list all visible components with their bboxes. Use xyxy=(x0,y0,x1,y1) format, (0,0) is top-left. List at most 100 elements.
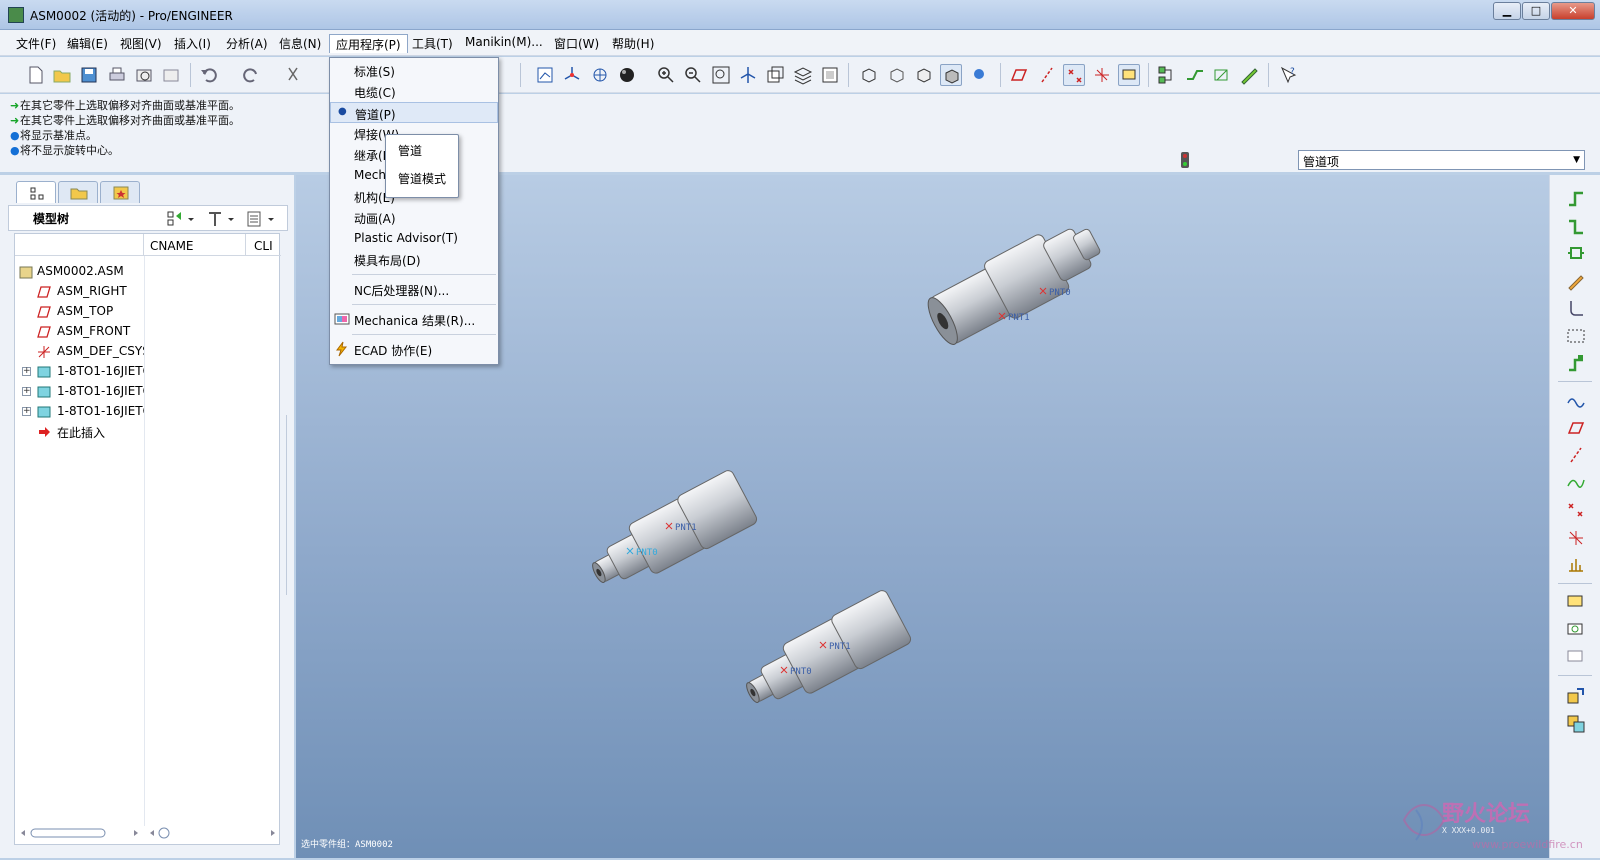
print-icon[interactable] xyxy=(106,64,128,86)
tab-favorites[interactable] xyxy=(100,181,140,203)
pencil-icon[interactable] xyxy=(1238,64,1260,86)
tab-model-tree[interactable] xyxy=(16,181,56,203)
fitting-part-3[interactable] xyxy=(735,589,912,721)
csys-tool-icon[interactable] xyxy=(1565,527,1587,549)
menu-item-nc-post-processor[interactable]: NC后处理器(N)... xyxy=(330,279,498,300)
tree-item-assembly[interactable]: ASM0002.ASM xyxy=(15,262,144,282)
reorient-icon[interactable] xyxy=(737,64,759,86)
show-settings-icon[interactable] xyxy=(166,209,196,229)
menu-item-cabling[interactable]: 电缆(C) xyxy=(330,81,498,102)
view-manager-icon[interactable] xyxy=(819,64,841,86)
tree-tools-icon[interactable] xyxy=(205,209,237,229)
tree-hscrollbar[interactable] xyxy=(17,826,142,840)
enhanced-realism-icon[interactable] xyxy=(968,64,990,86)
send-link-icon[interactable] xyxy=(160,64,182,86)
wireframe-icon[interactable] xyxy=(858,64,880,86)
zoom-out-icon[interactable] xyxy=(682,64,704,86)
fitting-part-2[interactable] xyxy=(581,469,758,601)
menu-item-ecad-collaboration[interactable]: ECAD 协作(E) xyxy=(330,339,498,360)
tree-item-asm-def-csys[interactable]: ASM_DEF_CSYS xyxy=(15,342,144,362)
menu-analysis[interactable]: 分析(A) xyxy=(220,34,274,53)
menu-item-plastic-advisor[interactable]: Plastic Advisor(T) xyxy=(330,228,498,249)
pipe-route-icon[interactable] xyxy=(1565,187,1587,209)
datum-plane-tool-icon[interactable] xyxy=(1565,417,1587,439)
column-hscrollbar[interactable] xyxy=(146,826,279,840)
expand-icon[interactable]: + xyxy=(22,387,31,396)
cut-icon[interactable] xyxy=(282,64,304,86)
new-file-icon[interactable] xyxy=(24,64,46,86)
annotation-display-icon[interactable] xyxy=(1118,64,1140,86)
minimize-button[interactable]: ▁ xyxy=(1493,2,1521,20)
shading-icon[interactable] xyxy=(940,64,962,86)
maximize-button[interactable]: □ xyxy=(1522,2,1550,20)
redo-icon[interactable] xyxy=(240,64,262,86)
pipe-extend-icon[interactable] xyxy=(1565,352,1587,374)
tab-folder-browser[interactable] xyxy=(58,181,98,203)
tree-item-part[interactable]: + 1-8TO1-16JIETOU xyxy=(15,382,144,402)
menu-item-animation[interactable]: 动画(A) xyxy=(330,207,498,228)
open-folder-icon[interactable] xyxy=(51,64,73,86)
pipe-select-icon[interactable] xyxy=(1565,325,1587,347)
tree-columns-icon[interactable] xyxy=(245,209,277,229)
traffic-light-icon[interactable] xyxy=(1178,150,1192,170)
menu-item-mold-layout[interactable]: 模具布局(D) xyxy=(330,249,498,270)
insert-note-icon[interactable] xyxy=(1565,591,1587,613)
datum-point-display-icon[interactable] xyxy=(1063,64,1085,86)
component-create-icon[interactable] xyxy=(1565,713,1587,735)
sketched-datum-curve-icon[interactable] xyxy=(1565,389,1587,411)
undo-icon[interactable] xyxy=(198,64,220,86)
menu-help[interactable]: 帮助(H) xyxy=(606,34,660,53)
menu-file[interactable]: 文件(F) xyxy=(10,34,62,53)
datum-curve-tool-icon[interactable] xyxy=(1565,472,1587,494)
fitting-part-1[interactable] xyxy=(920,212,1110,353)
tree-item-asm-front[interactable]: ASM_FRONT xyxy=(15,322,144,342)
tree-item-asm-top[interactable]: ASM_TOP xyxy=(15,302,144,322)
menu-info[interactable]: 信息(N) xyxy=(273,34,327,53)
tree-item-part[interactable]: + 1-8TO1-16JIETOU xyxy=(15,402,144,422)
tree-item-part[interactable]: + 1-8TO1-16JIETOU xyxy=(15,362,144,382)
expand-icon[interactable]: + xyxy=(22,367,31,376)
layers-icon[interactable] xyxy=(792,64,814,86)
note-settings-icon[interactable] xyxy=(1565,619,1587,641)
panel-splitter[interactable] xyxy=(286,415,292,595)
zoom-in-icon[interactable] xyxy=(655,64,677,86)
menu-window[interactable]: 窗口(W) xyxy=(548,34,605,53)
orient-mode-icon[interactable] xyxy=(589,64,611,86)
save-icon[interactable] xyxy=(78,64,100,86)
menu-item-standard[interactable]: 标准(S) xyxy=(330,60,498,81)
pipe-fitting-icon[interactable] xyxy=(1565,242,1587,264)
refit-icon[interactable] xyxy=(710,64,732,86)
column-cname[interactable]: CNAME xyxy=(144,234,246,256)
menu-applications[interactable]: 应用程序(P) xyxy=(329,34,408,53)
sketch-pipe-icon[interactable] xyxy=(1211,64,1233,86)
tree-item-asm-right[interactable]: ASM_RIGHT xyxy=(15,282,144,302)
saved-views-icon[interactable] xyxy=(764,64,786,86)
close-button[interactable]: ✕ xyxy=(1551,2,1595,20)
menu-item-mechanica-results[interactable]: Mechanica 结果(R)... xyxy=(330,309,498,330)
datum-axis-display-icon[interactable] xyxy=(1036,64,1058,86)
redraw-icon[interactable] xyxy=(534,64,556,86)
note-list-icon[interactable] xyxy=(1565,646,1587,668)
spin-center-icon[interactable] xyxy=(561,64,583,86)
datum-axis-tool-icon[interactable] xyxy=(1565,444,1587,466)
menu-insert[interactable]: 插入(I) xyxy=(168,34,217,53)
menu-tools[interactable]: 工具(T) xyxy=(406,34,459,53)
submenu-item-piping-mode[interactable]: 管道模式 xyxy=(398,170,446,187)
selection-filter-dropdown[interactable]: 管道项 ▼ xyxy=(1298,150,1585,170)
csys-display-icon[interactable] xyxy=(1091,64,1113,86)
menu-manikin[interactable]: Manikin(M)... xyxy=(459,34,549,53)
context-help-icon[interactable]: ? xyxy=(1278,64,1300,86)
appearance-sphere-icon[interactable] xyxy=(616,64,638,86)
sketch-pencil-icon[interactable] xyxy=(1565,270,1587,292)
expand-icon[interactable]: + xyxy=(22,407,31,416)
datum-plane-display-icon[interactable] xyxy=(1008,64,1030,86)
hidden-line-icon[interactable] xyxy=(886,64,908,86)
route-icon[interactable] xyxy=(1184,64,1206,86)
menu-edit[interactable]: 编辑(E) xyxy=(61,34,114,53)
datum-point-tool-icon[interactable] xyxy=(1565,499,1587,521)
column-cli[interactable]: CLI xyxy=(246,234,281,256)
menu-item-piping[interactable]: ● 管道(P) xyxy=(330,102,498,123)
pipe-segment-icon[interactable] xyxy=(1565,215,1587,237)
analysis-tool-icon[interactable] xyxy=(1565,554,1587,576)
component-place-icon[interactable] xyxy=(1565,685,1587,707)
